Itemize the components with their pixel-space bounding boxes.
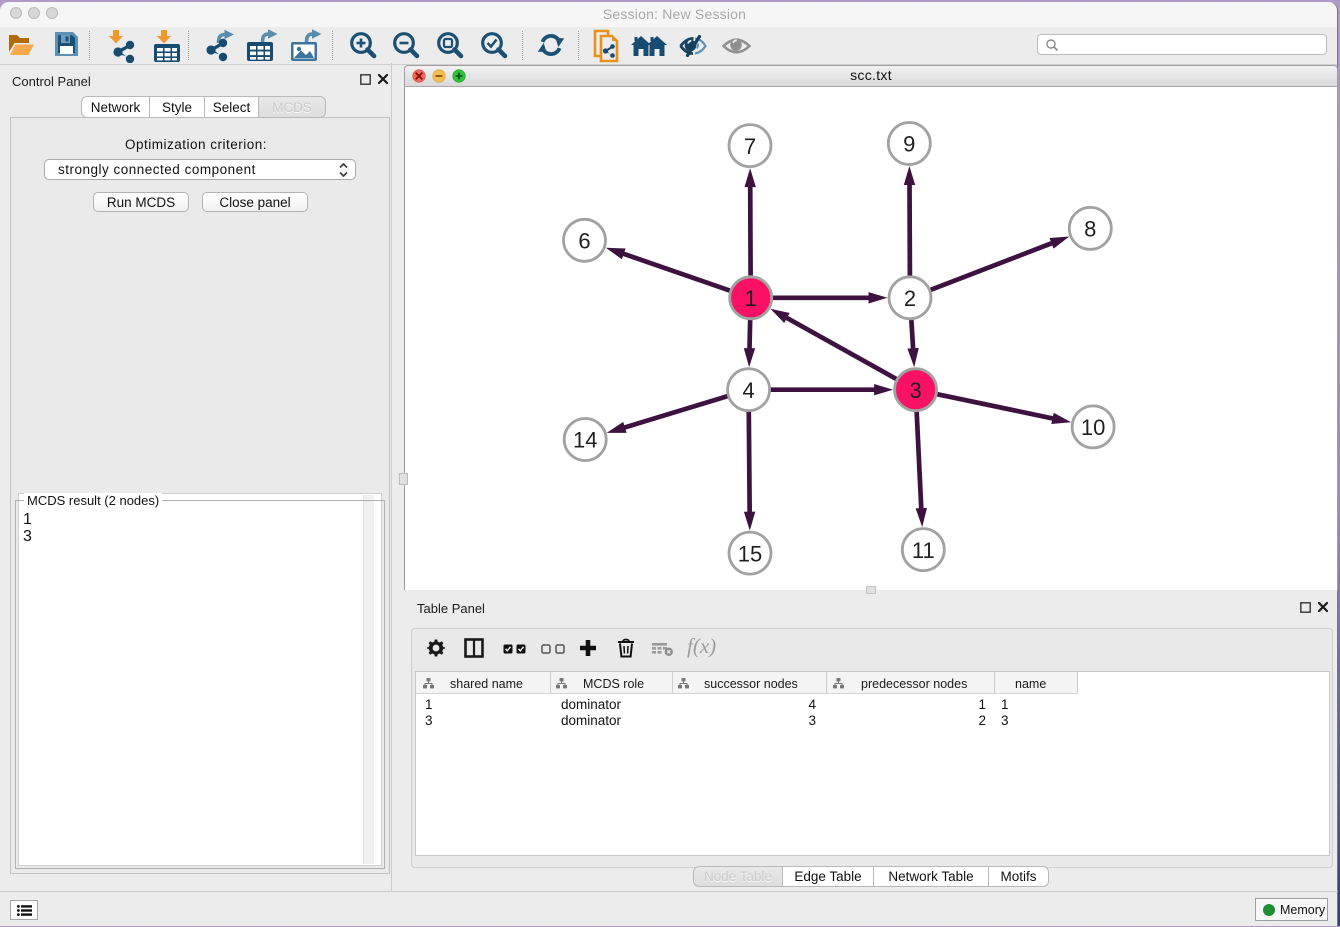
svg-text:15: 15 — [738, 541, 762, 566]
svg-text:1: 1 — [745, 286, 757, 311]
svg-text:9: 9 — [903, 132, 915, 157]
svg-text:7: 7 — [744, 134, 756, 159]
svg-text:10: 10 — [1081, 415, 1105, 440]
svg-text:6: 6 — [578, 229, 590, 254]
svg-text:11: 11 — [912, 538, 935, 563]
svg-text:3: 3 — [909, 378, 921, 403]
svg-text:14: 14 — [573, 428, 597, 453]
svg-text:8: 8 — [1084, 217, 1096, 242]
svg-text:2: 2 — [904, 286, 916, 311]
svg-text:4: 4 — [742, 378, 754, 403]
